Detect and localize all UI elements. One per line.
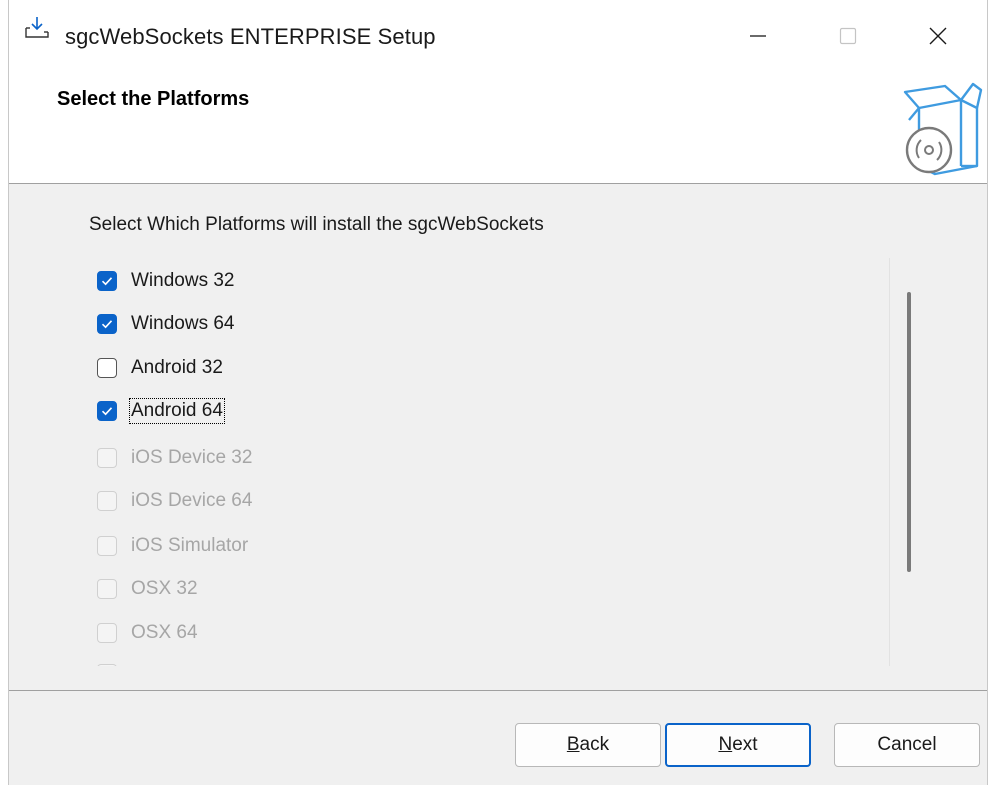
maximize-icon: [839, 27, 857, 45]
window-title: sgcWebSockets ENTERPRISE Setup: [65, 24, 436, 49]
checkbox: [97, 536, 117, 556]
scrollbar-thumb[interactable]: [907, 292, 911, 572]
checkbox: [97, 448, 117, 468]
checkbox: [97, 664, 117, 666]
checkbox[interactable]: [97, 401, 117, 421]
setup-dialog: sgcWebSockets ENTERPRISE Setup Select th…: [8, 0, 988, 785]
next-label-rest: ext: [732, 734, 758, 755]
close-button[interactable]: [893, 0, 983, 72]
platform-option-partial: [97, 659, 131, 666]
back-label-rest: ack: [579, 734, 610, 755]
checkbox-label: iOS Simulator: [131, 535, 249, 556]
checkmark-icon: [101, 407, 113, 416]
back-button[interactable]: Back: [515, 723, 661, 767]
checkbox-label: Android 64: [129, 398, 225, 424]
page-title: Select the Platforms: [57, 88, 250, 110]
platform-list[interactable]: Windows 32 Windows 64 Android 32 Android…: [97, 258, 897, 666]
software-box-disc-icon: [899, 78, 983, 176]
next-button[interactable]: Next: [665, 723, 811, 767]
install-download-icon: [23, 14, 51, 42]
cancel-button[interactable]: Cancel: [834, 723, 980, 767]
checkbox[interactable]: [97, 271, 117, 291]
minimize-button[interactable]: [713, 0, 803, 72]
back-mnemonic: B: [566, 734, 580, 755]
wizard-header: Select the Platforms: [9, 72, 987, 184]
checkbox-label: Android 32: [131, 357, 223, 378]
platform-option-osx-32: OSX 32: [97, 574, 198, 604]
platform-option-android-64[interactable]: Android 64: [97, 396, 225, 426]
checkbox[interactable]: [97, 314, 117, 334]
vertical-scrollbar[interactable]: [889, 258, 915, 666]
checkbox: [97, 579, 117, 599]
checkmark-icon: [101, 277, 113, 286]
platform-option-ios-simulator: iOS Simulator: [97, 531, 248, 561]
checkbox-label: Windows 64: [131, 313, 235, 334]
checkbox: [97, 623, 117, 643]
platform-option-windows-32[interactable]: Windows 32: [97, 266, 235, 296]
platform-option-ios-device-64: iOS Device 64: [97, 486, 252, 516]
checkbox-label: Windows 32: [131, 270, 235, 291]
instruction-text: Select Which Platforms will install the …: [89, 214, 544, 235]
minimize-icon: [750, 35, 766, 37]
checkbox-label: OSX 64: [131, 622, 198, 643]
footer-divider: [9, 690, 987, 691]
platform-option-windows-64[interactable]: Windows 64: [97, 309, 235, 339]
next-mnemonic: N: [718, 734, 733, 755]
checkbox: [97, 491, 117, 511]
maximize-button: [803, 0, 893, 72]
title-bar[interactable]: sgcWebSockets ENTERPRISE Setup: [9, 0, 987, 80]
platform-option-osx-64: OSX 64: [97, 618, 198, 648]
checkbox-label: OSX 32: [131, 578, 198, 599]
platform-option-android-32[interactable]: Android 32: [97, 353, 223, 383]
checkmark-icon: [101, 320, 113, 329]
checkbox[interactable]: [97, 358, 117, 378]
platform-option-ios-device-32: iOS Device 32: [97, 443, 252, 473]
checkbox-label: iOS Device 32: [131, 447, 253, 468]
close-icon: [929, 27, 947, 45]
checkbox-label: iOS Device 64: [131, 490, 253, 511]
